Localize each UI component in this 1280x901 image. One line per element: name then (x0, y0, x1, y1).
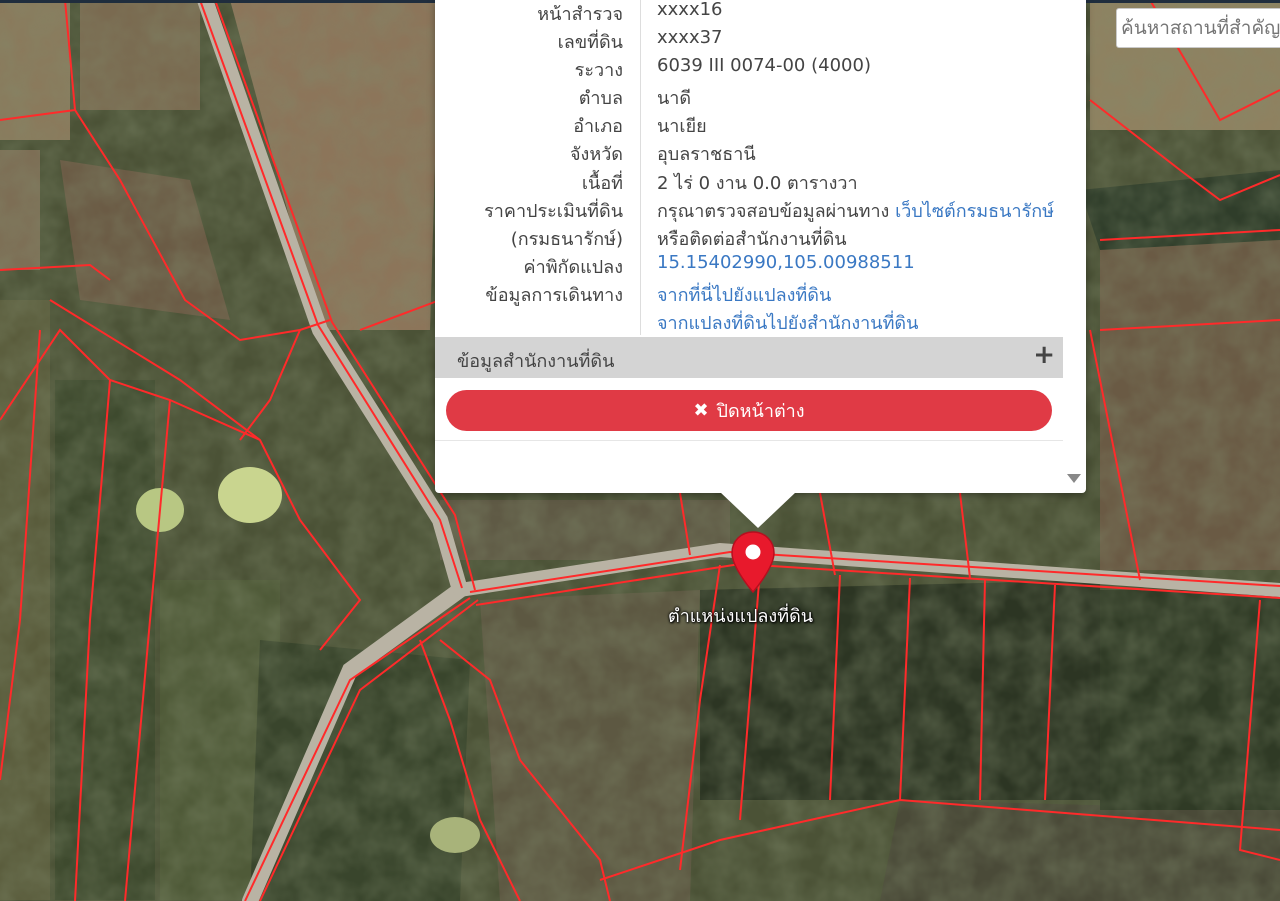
row-label: ข้อมูลการเดินทาง (485, 285, 623, 306)
row-label: หน้าสำรวจ (537, 4, 623, 25)
row-province: จังหวัด อุบลราชธานี (435, 139, 1063, 167)
close-window-label: ปิดหน้าต่าง (716, 401, 805, 422)
parcel-info-popup: หน้าสำรวจ xxxx16 เลขที่ดิน xxxx37 ระวาง … (435, 0, 1086, 493)
row-subdistrict: ตำบล นาดี (435, 83, 1063, 111)
land-office-section-toggle[interactable]: ข้อมูลสำนักงานที่ดิน + (435, 337, 1063, 378)
scroll-down-arrow-icon[interactable] (1067, 474, 1081, 483)
parcel-location-label: ตำแหน่งแปลงที่ดิน (668, 606, 814, 627)
row-value: xxxx16 (657, 0, 723, 20)
row-label: เนื้อที่ (581, 173, 623, 194)
row-value: หรือติดต่อสำนักงานที่ดิน (657, 229, 847, 250)
treasury-website-link[interactable]: เว็บไซต์กรมธนารักษ์ (895, 201, 1054, 222)
row-value: xxxx37 (657, 27, 723, 48)
row-value: นาดี (657, 88, 692, 109)
plus-icon[interactable]: + (1033, 341, 1055, 369)
row-coordinates: ค่าพิกัดแปลง 15.15402990,105.00988511 (435, 252, 1063, 280)
coordinates-link[interactable]: 15.15402990,105.00988511 (657, 252, 915, 273)
popup-pointer (720, 492, 796, 528)
divider (435, 440, 1063, 441)
directions-to-office-link[interactable]: จากแปลงที่ดินไปยังสำนักงานที่ดิน (657, 308, 918, 337)
row-treasury: (กรมธนารักษ์) หรือติดต่อสำนักงานที่ดิน (435, 224, 1063, 252)
row-label: ค่าพิกัดแปลง (523, 257, 623, 278)
row-value: กรุณาตรวจสอบข้อมูลผ่านทาง เว็บไซต์กรมธนา… (657, 196, 1054, 225)
row-value: อุบลราชธานี (657, 144, 756, 165)
row-label: เลขที่ดิน (557, 32, 623, 53)
land-office-section-label: ข้อมูลสำนักงานที่ดิน (457, 351, 615, 372)
close-x-icon: ✖ (693, 400, 709, 421)
row-label: (กรมธนารักษ์) (510, 229, 623, 250)
row-label: จังหวัด (570, 144, 623, 165)
row-district: อำเภอ นาเยีย (435, 111, 1063, 139)
search-input[interactable] (1116, 8, 1280, 48)
row-label: ระวาง (574, 60, 623, 81)
row-directions-office: จากแปลงที่ดินไปยังสำนักงานที่ดิน (435, 308, 1063, 336)
row-directions: ข้อมูลการเดินทาง จากที่นี่ไปยังแปลงที่ดิ… (435, 280, 1063, 308)
row-value: 2 ไร่ 0 งาน 0.0 ตารางวา (657, 173, 858, 194)
row-land-number: เลขที่ดิน xxxx37 (435, 27, 1063, 55)
row-value: 6039 III 0074-00 (4000) (657, 55, 871, 76)
row-label: ตำบล (578, 88, 623, 109)
map-pin-icon[interactable] (729, 530, 777, 594)
row-value: นาเยีย (657, 116, 707, 137)
row-appraisal: ราคาประเมินที่ดิน กรุณาตรวจสอบข้อมูลผ่าน… (435, 196, 1063, 224)
directions-to-parcel-link[interactable]: จากที่นี่ไปยังแปลงที่ดิน (657, 280, 831, 309)
row-label: อำเภอ (573, 116, 623, 137)
row-area: เนื้อที่ 2 ไร่ 0 งาน 0.0 ตารางวา (435, 168, 1063, 196)
row-label: ราคาประเมินที่ดิน (484, 201, 623, 222)
close-window-button[interactable]: ✖ ปิดหน้าต่าง (446, 390, 1052, 431)
row-survey-page: หน้าสำรวจ xxxx16 (435, 0, 1063, 27)
appraisal-text: กรุณาตรวจสอบข้อมูลผ่านทาง (657, 201, 890, 222)
row-map-sheet: ระวาง 6039 III 0074-00 (4000) (435, 55, 1063, 83)
